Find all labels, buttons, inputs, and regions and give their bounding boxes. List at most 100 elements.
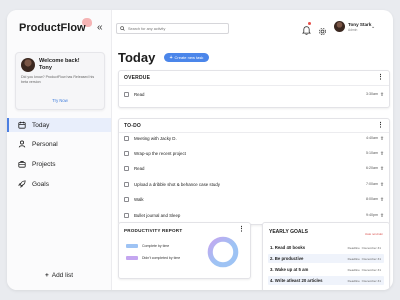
briefcase-icon	[17, 160, 26, 169]
more-options-icon[interactable]: ⋮	[377, 73, 384, 81]
productivity-card: PRODUCTIVITY REPORT ⋮ Complete by time D…	[118, 222, 251, 279]
overdue-title: OVERDUE	[124, 75, 151, 81]
delete-icon[interactable]	[380, 136, 384, 140]
legend-swatch	[126, 244, 138, 248]
task-checkbox[interactable]	[124, 212, 129, 218]
task-row[interactable]: Walk 8:00am	[124, 194, 384, 204]
task-time: 6:20am	[366, 166, 378, 170]
create-task-button[interactable]: + Create new task	[164, 53, 209, 62]
welcome-title: Welcome back! Tony	[39, 58, 80, 72]
sidebar-item-label: Today	[32, 121, 50, 129]
goal-deadline: Deadline : December 31	[347, 267, 381, 272]
welcome-title-line1: Welcome back!	[39, 58, 80, 64]
delete-icon[interactable]	[380, 182, 384, 186]
calendar-icon	[17, 121, 26, 130]
search-input[interactable]	[128, 26, 224, 31]
page-title: Today	[118, 50, 156, 65]
delete-icon[interactable]	[380, 92, 384, 96]
sidebar-item-today[interactable]: Today	[7, 118, 111, 132]
sidebar-item-goals[interactable]: Goals	[7, 177, 111, 191]
notifications-button[interactable]	[301, 22, 312, 35]
more-options-icon[interactable]: ⋮	[377, 121, 384, 129]
goals-card: YEARLY GOALS Date reminder 1. Read 40 bo…	[262, 222, 390, 290]
goal-item[interactable]: 2. Be productive Deadline : December 31	[268, 254, 384, 263]
goal-label: 4. Write atleast 20 articles	[270, 278, 323, 283]
add-list-button[interactable]: + Add list	[7, 272, 111, 279]
task-row[interactable]: Wrap-up the recent project 5:10am	[124, 148, 384, 158]
task-checkbox[interactable]	[124, 91, 129, 97]
task-title: Bullet journal and Sleep	[134, 212, 181, 218]
bell-icon	[301, 26, 312, 35]
search-icon	[120, 26, 125, 31]
task-title: Upload a dribble shot & behance case stu…	[134, 181, 220, 187]
task-title: Read	[134, 91, 145, 97]
task-checkbox[interactable]	[124, 165, 129, 171]
date-reminder-badge[interactable]: Date reminder	[365, 232, 383, 236]
productivity-title: PRODUCTIVITY REPORT	[124, 228, 183, 233]
legend-swatch	[126, 256, 138, 260]
more-options-icon[interactable]: ⋮	[238, 225, 245, 233]
settings-button[interactable]	[318, 23, 327, 35]
sidebar-item-projects[interactable]: Projects	[7, 157, 111, 171]
gear-icon	[319, 28, 326, 35]
goal-item[interactable]: 1. Read 40 books Deadline : December 31	[268, 243, 384, 252]
task-title: Walk	[134, 196, 144, 202]
delete-icon[interactable]	[380, 151, 384, 155]
goal-label: 1. Read 40 books	[270, 245, 306, 250]
goals-title: YEARLY GOALS	[269, 229, 308, 235]
notification-dot	[308, 22, 311, 25]
goal-item[interactable]: 4. Write atleast 20 articles Deadline : …	[268, 276, 384, 285]
welcome-card: Welcome back! Tony Did you know? Product…	[15, 52, 105, 110]
welcome-title-line2: Tony	[39, 65, 52, 71]
sidebar-item-label: Goals	[32, 180, 49, 188]
task-title: Read	[134, 165, 145, 171]
delete-icon[interactable]	[380, 213, 384, 217]
sidebar: ProductFlow « Welcome back! Tony Did you…	[7, 10, 112, 290]
legend-label: Complete by time	[142, 244, 170, 248]
task-title: Wrap-up the recent project	[134, 150, 186, 156]
task-row[interactable]: Meeting with Jacky D. 4:40am	[124, 133, 384, 143]
person-icon	[17, 140, 26, 149]
task-time: 7:00am	[366, 182, 378, 186]
plus-icon: +	[44, 272, 49, 279]
avatar	[21, 58, 35, 72]
goal-label: 3. Wake up at 5 am	[270, 267, 309, 272]
sidebar-item-label: Personal	[32, 140, 58, 148]
welcome-body: Did you know? ProductFlow has Released h…	[21, 75, 95, 84]
goal-deadline: Deadline : December 31	[347, 278, 381, 283]
task-title: Meeting with Jacky D.	[134, 135, 177, 141]
delete-icon[interactable]	[380, 166, 384, 170]
goal-item[interactable]: 3. Wake up at 5 am Deadline : December 3…	[268, 265, 384, 274]
task-checkbox[interactable]	[124, 196, 129, 202]
todo-title: TO-DO	[124, 123, 142, 129]
delete-icon[interactable]	[380, 197, 384, 201]
task-row[interactable]: Read 3:30am	[124, 89, 384, 99]
search-bar[interactable]	[116, 23, 229, 34]
task-row[interactable]: Read 6:20am	[124, 163, 384, 173]
task-checkbox[interactable]	[124, 150, 129, 156]
task-checkbox[interactable]	[124, 181, 129, 187]
task-time: 4:40am	[366, 136, 378, 140]
goal-label: 2. Be productive	[270, 256, 304, 261]
user-name[interactable]: Tony Stark	[348, 22, 371, 27]
legend-item: Complete by time	[126, 243, 169, 249]
user-avatar[interactable]	[334, 21, 345, 32]
collapse-sidebar-icon[interactable]: «	[97, 22, 103, 33]
plus-icon: +	[169, 54, 173, 61]
app-logo: ProductFlow	[19, 22, 86, 34]
task-checkbox[interactable]	[124, 135, 129, 141]
legend-item: Didn't completed by time	[126, 255, 180, 261]
goal-deadline: Deadline : December 31	[347, 256, 381, 261]
create-task-label: Create new task	[174, 55, 204, 60]
sidebar-item-personal[interactable]: Personal	[7, 137, 111, 151]
task-time: 9:40pm	[366, 213, 378, 217]
legend-label: Didn't completed by time	[142, 256, 181, 260]
app-window: ProductFlow « Welcome back! Tony Did you…	[7, 10, 393, 290]
chevron-down-icon[interactable]: ⌄	[371, 24, 375, 30]
task-row[interactable]: Bullet journal and Sleep 9:40pm	[124, 210, 384, 220]
task-row[interactable]: Upload a dribble shot & behance case stu…	[124, 179, 384, 189]
todo-card: TO-DO ⋮ Meeting with Jacky D. 4:40am Wra…	[118, 118, 390, 225]
user-role: Admin	[348, 28, 358, 32]
try-now-link[interactable]: Try Now	[16, 98, 104, 103]
add-list-label: Add list	[51, 272, 74, 279]
